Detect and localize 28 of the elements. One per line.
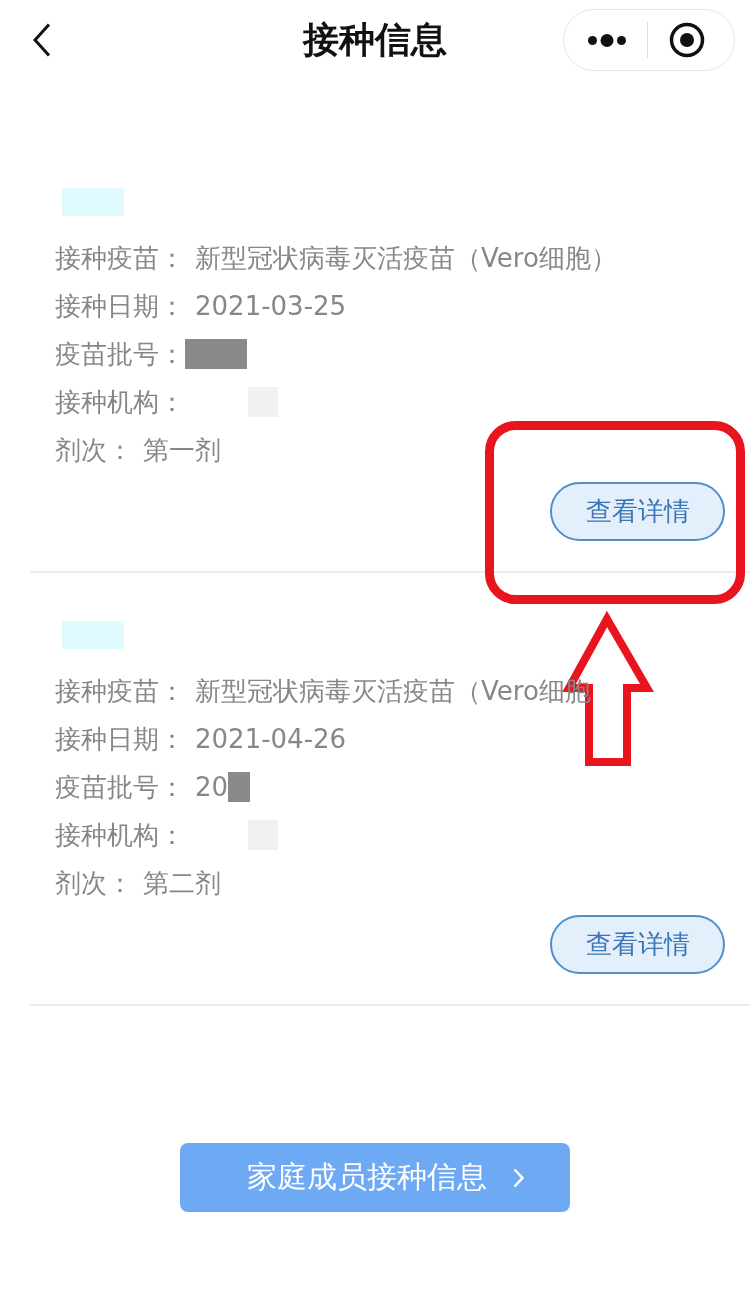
more-button[interactable] xyxy=(588,33,626,47)
field-label: 接种疫苗： xyxy=(55,241,185,275)
field-value: 新型冠状病毒灭活疫苗（Vero细胞） xyxy=(195,241,617,275)
family-info-button[interactable]: 家庭成员接种信息 xyxy=(180,1143,570,1212)
back-icon xyxy=(33,23,51,57)
field-label: 接种机构： xyxy=(55,818,185,852)
more-icon xyxy=(588,33,626,47)
close-button[interactable] xyxy=(669,22,705,58)
field-label: 疫苗批号： xyxy=(55,337,185,371)
field-label: 疫苗批号： xyxy=(55,770,185,804)
field-value: 20 xyxy=(195,772,229,802)
field-value: 2021-03-25 xyxy=(195,291,347,321)
field-value: 第一剂 xyxy=(143,433,221,467)
field-label: 接种疫苗： xyxy=(55,674,185,708)
redaction-block xyxy=(185,339,247,369)
chevron-right-icon xyxy=(512,1167,524,1188)
field-label: 接种日期： xyxy=(55,289,185,323)
field-label: 剂次： xyxy=(55,433,133,467)
view-details-button[interactable]: 查看详情 xyxy=(550,482,725,541)
redaction-block xyxy=(228,772,251,802)
page-title: 接种信息 xyxy=(303,17,447,62)
field-label: 剂次： xyxy=(55,866,133,900)
field-value: 第二剂 xyxy=(143,866,221,900)
view-details-button[interactable]: 查看详情 xyxy=(550,915,725,974)
target-icon xyxy=(669,22,705,58)
field-label: 接种机构： xyxy=(55,385,185,419)
field-label: 接种日期： xyxy=(55,722,185,756)
field-value: 2021-04-26 xyxy=(195,724,347,754)
